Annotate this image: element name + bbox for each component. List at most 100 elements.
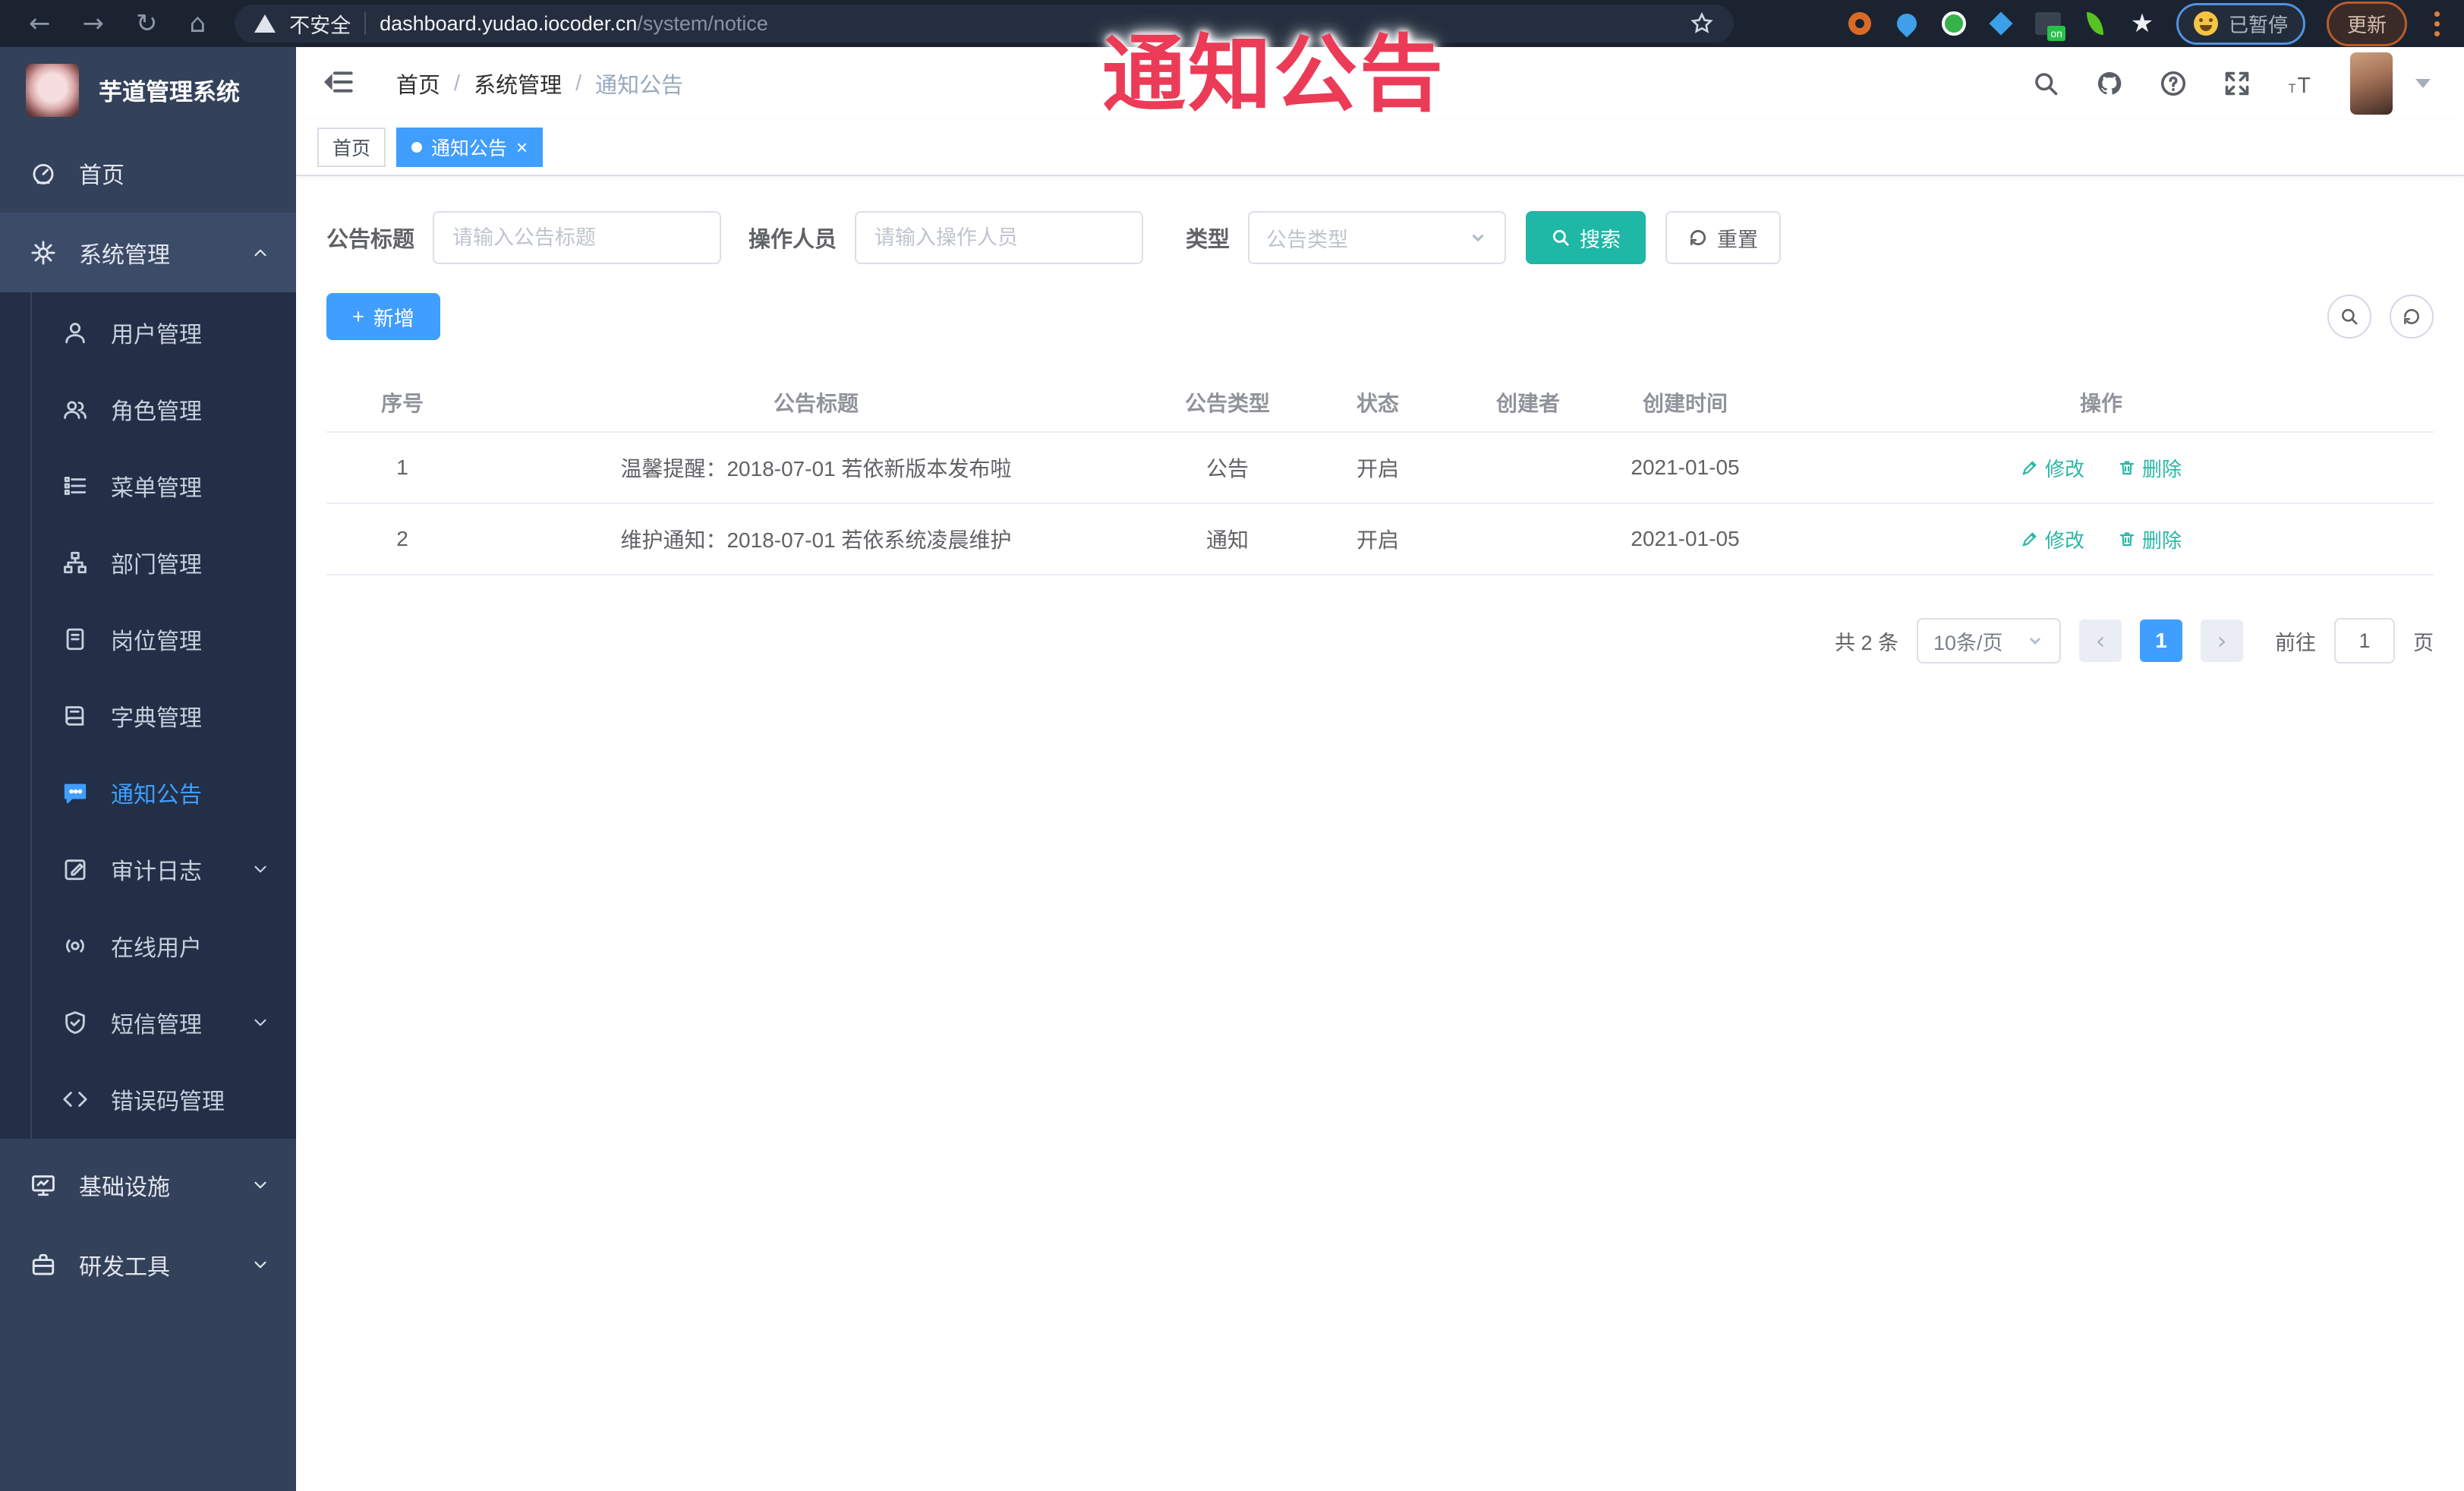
browser-reload-icon[interactable]: ↻ (136, 11, 158, 36)
url-separator (364, 12, 367, 35)
next-page-button[interactable]: › (2201, 619, 2243, 662)
reset-button[interactable]: 重置 (1665, 211, 1782, 264)
bookmark-star-icon[interactable] (1690, 11, 1714, 36)
page-size-select[interactable]: 10条/页 (1917, 618, 2061, 664)
sidebar-item-error-codes[interactable]: 错误码管理 (0, 1061, 296, 1137)
monitor-icon (32, 1174, 55, 1196)
sidebar-item-online-users[interactable]: 在线用户 (0, 907, 296, 984)
font-size-icon[interactable]: T T (2286, 69, 2315, 98)
active-tab-dot (411, 142, 423, 153)
goto-page-input[interactable] (2334, 618, 2395, 664)
extension-diamond-icon[interactable] (1988, 11, 2014, 36)
title-filter-label: 公告标题 (326, 228, 415, 252)
sidebar-item-notice[interactable]: 通知公告 (0, 754, 296, 831)
extension-star-icon[interactable]: ★ (2129, 11, 2155, 36)
title-filter-input[interactable] (433, 211, 722, 264)
prev-page-button[interactable]: ‹ (2079, 619, 2122, 662)
cell-type: 公告 (1205, 457, 1249, 481)
shield-check-icon (65, 1010, 85, 1034)
extensions-row: on ★ 已暂停 更新 (1824, 1, 2464, 46)
extension-leaf-icon[interactable] (2082, 11, 2108, 36)
paused-extension-badge[interactable]: 已暂停 (2176, 2, 2305, 45)
breadcrumb-current: 通知公告 (595, 74, 684, 98)
sidebar-submenu: 用户管理 角色管理 菜单管理 部门管理 岗位管理 字典管理 通知公告 审计日志 (0, 292, 296, 1139)
sidebar-item-dict[interactable]: 字典管理 (0, 677, 296, 754)
tab-close-icon[interactable]: × (516, 137, 528, 157)
fullscreen-icon[interactable] (2223, 69, 2251, 98)
update-label: 更新 (2346, 13, 2387, 36)
app-logo-row[interactable]: 芋道管理系统 (0, 47, 296, 133)
sidebar-item-label: 研发工具 (79, 1254, 170, 1280)
paused-label: 已暂停 (2228, 13, 2288, 36)
col-title: 公告标题 (773, 392, 859, 415)
col-type: 公告类型 (1184, 392, 1270, 415)
sidebar-item-dev-tools[interactable]: 研发工具 (0, 1225, 296, 1304)
sidebar-item-menus[interactable]: 菜单管理 (0, 447, 296, 524)
edit-link[interactable]: 修改 (2021, 525, 2084, 553)
sidebar-item-label: 字典管理 (111, 705, 202, 731)
sidebar-item-label: 通知公告 (111, 782, 202, 808)
pagination: 共 2 条 10条/页 ‹ 1 › 前往 页 (326, 618, 2434, 664)
sidebar-item-users[interactable]: 用户管理 (0, 294, 296, 370)
current-page-button[interactable]: 1 (2140, 619, 2182, 662)
book-icon (65, 705, 84, 726)
sidebar-item-home[interactable]: 首页 (0, 133, 296, 213)
chevron-down-icon (2029, 637, 2041, 645)
add-button[interactable]: + 新增 (326, 293, 440, 340)
header-search-icon[interactable] (2031, 69, 2060, 98)
extension-orange-icon[interactable] (1847, 11, 1873, 36)
extension-green-circle-icon[interactable] (1941, 11, 1967, 36)
app-title: 芋道管理系统 (99, 79, 240, 106)
sidebar-item-label: 角色管理 (111, 399, 202, 424)
extension-pin-icon[interactable] (1892, 9, 1921, 38)
browser-menu-icon[interactable] (2428, 11, 2446, 36)
plus-icon: + (352, 304, 364, 328)
cell-status: 开启 (1356, 528, 1399, 552)
cell-created: 2021-01-05 (1631, 527, 1740, 550)
online-user-icon (66, 939, 84, 952)
sidebar-item-posts[interactable]: 岗位管理 (0, 600, 296, 677)
user-icon (65, 322, 85, 343)
extension-switch-icon[interactable]: on (2034, 11, 2065, 41)
message-bubble-icon (64, 783, 87, 803)
help-icon[interactable] (2159, 69, 2188, 98)
svg-text:T: T (2298, 74, 2311, 97)
type-select[interactable]: 公告类型 (1248, 211, 1507, 264)
delete-link[interactable]: 删除 (2118, 454, 2182, 482)
toggle-search-button[interactable] (2327, 295, 2371, 339)
security-warning-icon (254, 14, 276, 33)
pencil-icon (2022, 532, 2037, 547)
sidebar-item-sms[interactable]: 短信管理 (0, 984, 296, 1061)
sidebar-item-audit-log[interactable]: 审计日志 (0, 831, 296, 907)
address-bar[interactable]: 不安全 dashboard.yudao.iocoder.cn/system/no… (235, 5, 1735, 43)
pencil-icon (2022, 461, 2037, 475)
breadcrumb-home[interactable]: 首页 (396, 68, 440, 99)
tab-home[interactable]: 首页 (317, 128, 386, 167)
collapse-sidebar-icon[interactable] (323, 67, 354, 101)
sidebar-item-label: 在线用户 (111, 935, 202, 961)
avatar-caret-down-icon[interactable] (2415, 79, 2431, 88)
avatar[interactable] (2350, 52, 2393, 115)
search-button[interactable]: 搜索 (1526, 211, 1646, 264)
operator-filter-input[interactable] (855, 211, 1144, 264)
sidebar-item-system[interactable]: 系统管理 (0, 213, 296, 292)
edit-link[interactable]: 修改 (2021, 454, 2084, 482)
sidebar-item-departments[interactable]: 部门管理 (0, 524, 296, 600)
refresh-table-button[interactable] (2390, 295, 2434, 339)
search-icon (1552, 229, 1569, 246)
sidebar-item-roles[interactable]: 角色管理 (0, 370, 296, 447)
table-toolbar: + 新增 (326, 293, 2434, 340)
sidebar-item-infrastructure[interactable]: 基础设施 (0, 1145, 296, 1225)
browser-update-button[interactable]: 更新 (2326, 1, 2407, 46)
delete-link[interactable]: 删除 (2118, 525, 2182, 553)
browser-home-icon[interactable]: ⌂ (190, 11, 206, 36)
tab-notice[interactable]: 通知公告 × (396, 128, 544, 167)
cell-title: 温馨提醒：2018-07-01 若依新版本发布啦 (620, 457, 1012, 481)
github-icon[interactable] (2095, 69, 2124, 98)
tab-label: 通知公告 (431, 138, 508, 159)
browser-back-icon[interactable]: ← (29, 11, 51, 36)
browser-forward-icon[interactable]: → (83, 11, 105, 36)
badge-icon (66, 628, 84, 650)
breadcrumb-system[interactable]: 系统管理 (474, 68, 562, 99)
sidebar-item-label: 首页 (79, 162, 124, 188)
